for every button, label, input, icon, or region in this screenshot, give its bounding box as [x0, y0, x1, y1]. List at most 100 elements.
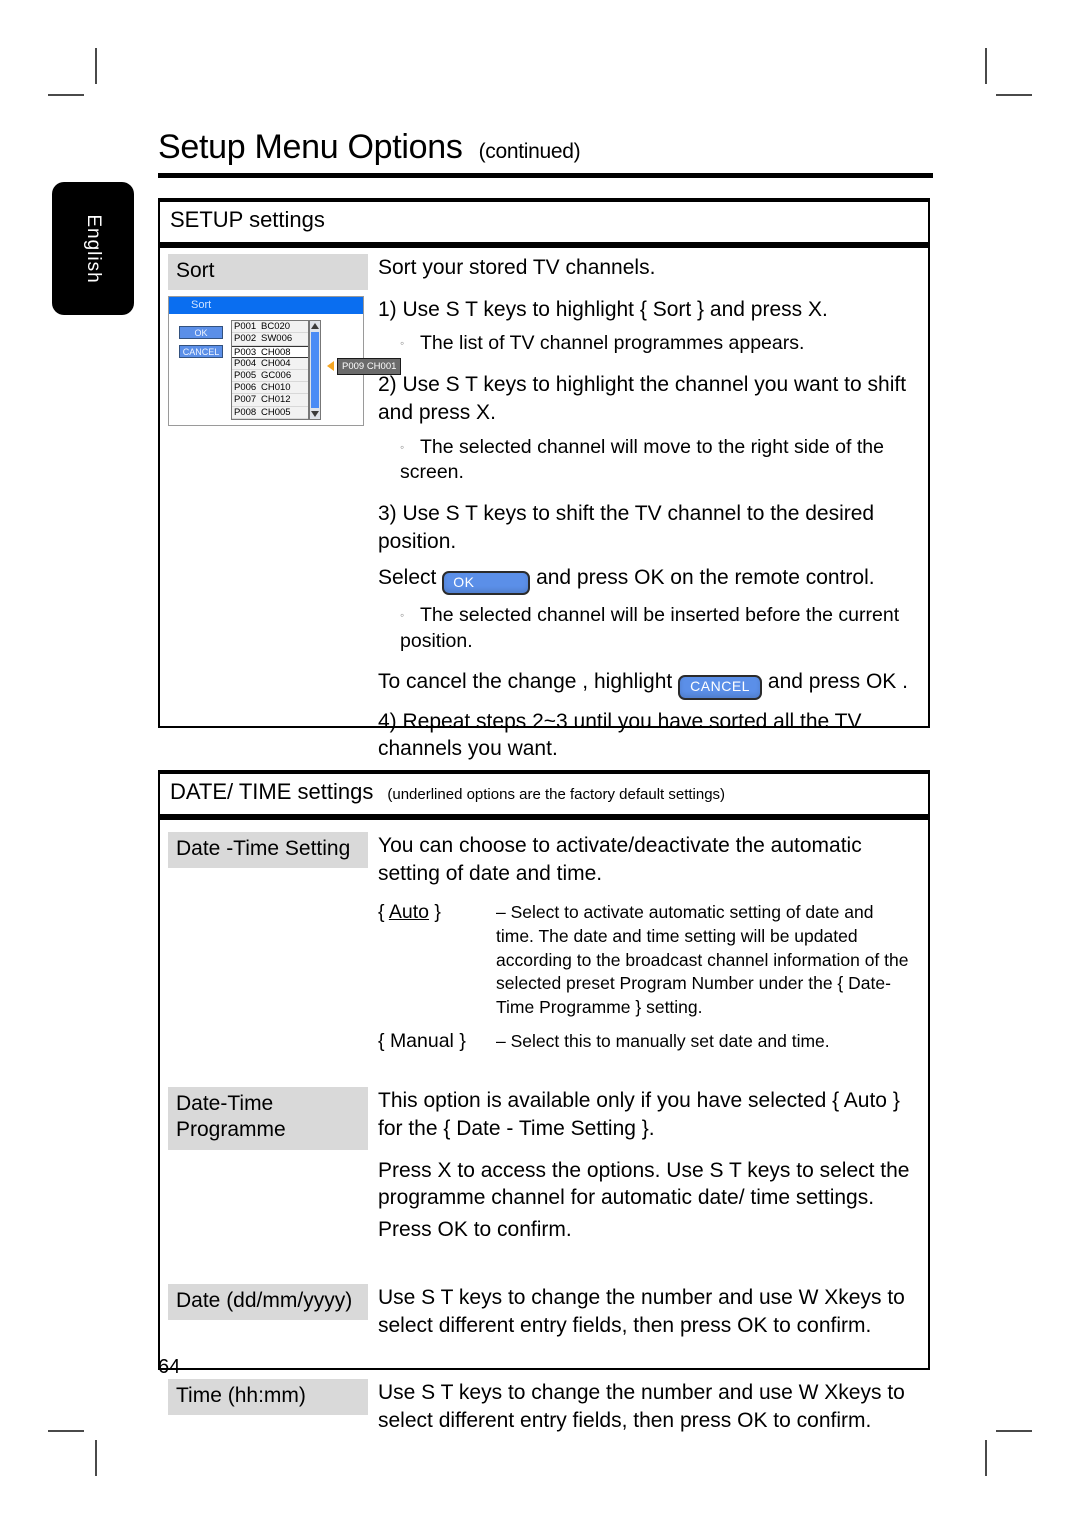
tv-channel-preset: P002 — [234, 333, 257, 345]
tv-channel-row[interactable]: P005 GC006 — [232, 370, 308, 383]
dts-option-auto-name: { Auto } — [378, 901, 496, 1019]
dts-option-manual-name: { Manual } — [378, 1030, 496, 1054]
datetime-row-date: Date (dd/mm/yyyy) Use S T keys to change… — [160, 1258, 928, 1353]
tv-channel-name: SW006 — [261, 333, 293, 345]
crop-mark-bottom-right-h — [996, 1430, 1032, 1432]
tv-channel-name: CH004 — [261, 357, 291, 369]
note-bullet-icon: ◦ — [400, 607, 405, 622]
datetime-row-time: Time (hh:mm) Use S T keys to change the … — [160, 1353, 928, 1448]
datetime-settings-header: DATE/ TIME settings (underlined options … — [158, 770, 930, 816]
date-para-1: Use S T keys to change the number and us… — [378, 1285, 905, 1337]
setup-settings-header: SETUP settings — [158, 198, 930, 244]
tv-channel-preset: P003 — [234, 346, 257, 358]
scroll-up-arrow-icon[interactable] — [311, 323, 319, 330]
datetime-row-date-time-programme: Date-Time Programme This option is availa… — [160, 1063, 928, 1258]
tv-channel-preset: P006 — [234, 382, 257, 394]
sort-intro-text: Sort your stored TV channels. — [378, 256, 656, 279]
date-text-cell: Use S T keys to change the number and us… — [368, 1274, 928, 1353]
setup-row-sort: Sort Sort OK CANCEL P001 BC020 P002 SW006 P0… — [160, 244, 928, 777]
dts-option-manual-value: Manual — [389, 1029, 454, 1052]
page-title: Setup Menu Options — [158, 128, 463, 166]
brace-open: { — [378, 901, 389, 924]
setting-tag-date-time-setting: Date -Time Setting — [168, 832, 368, 869]
dts-option-manual: { Manual } – Select this to manually set… — [378, 1030, 910, 1054]
tv-channel-name: BC020 — [261, 321, 291, 333]
tv-mock-channel-list[interactable]: P001 BC020 P002 SW006 P003 CH008 P004 CH004 P005… — [231, 320, 309, 421]
cancel-button-inline[interactable]: CANCEL — [678, 675, 763, 700]
sort-step-1-note-text: The list of TV channel programmes appear… — [420, 332, 805, 355]
sort-step-3-post: and press OK on the remote control. — [536, 565, 875, 589]
setting-tag-time: Time (hh:mm) — [168, 1379, 368, 1416]
language-tab-label: English — [83, 213, 104, 284]
tv-mock-scrollbar[interactable] — [309, 320, 321, 421]
note-bullet-icon: ◦ — [400, 336, 405, 351]
dtp-para-2: Press X to access the options. Use S T k… — [378, 1158, 910, 1210]
page-title-continued: (continued) — [478, 140, 581, 163]
tv-mock-body: OK CANCEL P001 BC020 P002 SW006 P003 CH008 P00… — [169, 314, 402, 426]
tv-mock-ok-button[interactable]: OK — [179, 326, 223, 340]
sort-step-2-note-text: The selected channel will move to the ri… — [400, 435, 884, 484]
tv-channel-row[interactable]: P004 CH004 — [232, 358, 308, 370]
crop-mark-bottom-left-h — [48, 1430, 84, 1432]
datetime-settings-body: Date -Time Setting You can choose to act… — [160, 816, 928, 1449]
crop-mark-top-right-h — [996, 94, 1032, 96]
scroll-down-arrow-icon[interactable] — [311, 411, 319, 418]
sort-step-4: 4) Repeat steps 2~3 until you have sorte… — [378, 709, 862, 761]
dtp-para-3: Press OK to confirm. — [378, 1218, 572, 1242]
tv-channel-name: GC006 — [261, 370, 292, 381]
brace-close: } — [453, 1029, 466, 1052]
dts-intro: You can choose to activate/deactivate th… — [378, 834, 862, 885]
time-para-1: Use S T keys to change the number and us… — [378, 1381, 905, 1432]
brace-close: } — [428, 901, 441, 924]
tv-mock-moved-channel: P009 CH001 — [337, 358, 402, 376]
ok-button-inline[interactable]: OK — [442, 570, 531, 595]
tv-channel-preset: P005 — [234, 370, 257, 381]
tv-channel-name: CH012 — [261, 394, 291, 406]
page-header: Setup Menu Options (continued) — [158, 128, 933, 178]
dts-label-cell: Date -Time Setting — [160, 822, 368, 1063]
dts-option-auto: { Auto } – Select to activate automatic … — [378, 901, 910, 1019]
tv-mock-cancel-button[interactable]: CANCEL — [179, 345, 223, 359]
dtp-tag-line1: Date-Time — [176, 1092, 274, 1116]
scrollbar-thumb[interactable] — [311, 332, 319, 409]
sort-step-3-line-a: 3) Use S T keys to shift the TV channel … — [378, 502, 875, 553]
crop-mark-top-left-v — [95, 48, 97, 84]
tv-channel-row[interactable]: P003 CH008 — [232, 345, 308, 358]
setting-tag-date-time-programme: Date-Time Programme — [168, 1087, 368, 1150]
tv-channel-row[interactable]: P002 SW006 — [232, 333, 308, 346]
sort-cancel-post: and press OK . — [767, 670, 908, 694]
time-text-cell: Use S T keys to change the number and us… — [368, 1369, 928, 1448]
sort-step-3-note: ◦ The selected channel will be inserted b… — [378, 603, 910, 654]
crop-mark-bottom-left-v — [95, 1440, 97, 1476]
time-label-cell: Time (hh:mm) — [160, 1369, 368, 1448]
tv-channel-row[interactable]: P001 BC020 — [232, 321, 308, 334]
dtp-para-1: This option is available only if you hav… — [378, 1089, 900, 1140]
sort-cancel-line: To cancel the change , highlight CANCEL … — [378, 668, 910, 700]
crop-mark-top-left-h — [48, 94, 84, 96]
setup-row-sort-label-cell: Sort Sort OK CANCEL P001 BC020 P002 SW006 P0… — [160, 244, 402, 777]
dts-option-auto-value: Auto — [388, 901, 429, 924]
sort-cancel-pre: To cancel the change , highlight — [378, 670, 673, 694]
datetime-settings-note: (underlined options are the factory defa… — [387, 786, 726, 803]
dts-option-auto-desc: – Select to activate automatic setting o… — [496, 902, 909, 1017]
dts-text-cell: You can choose to activate/deactivate th… — [368, 822, 928, 1063]
datetime-row-date-time-setting: Date -Time Setting You can choose to act… — [160, 816, 928, 1063]
setting-tag-sort: Sort — [168, 254, 368, 291]
tv-channel-row[interactable]: P008 CH005 — [232, 407, 308, 419]
tv-channel-row[interactable]: P006 CH010 — [232, 382, 308, 395]
dtp-label-cell: Date-Time Programme — [160, 1077, 368, 1258]
brace-open: { — [378, 1029, 390, 1052]
tv-channel-preset: P004 — [234, 357, 257, 369]
crop-mark-top-right-v — [985, 48, 987, 84]
selected-channel-caret-icon — [327, 361, 334, 372]
datetime-settings-title: DATE/ TIME settings — [170, 779, 374, 804]
setup-row-sort-text-cell: Sort your stored TV channels. 1) Use S T… — [368, 244, 928, 777]
sort-step-1-note: ◦ The list of TV channel programmes appea… — [378, 331, 910, 357]
dtp-tag-line2: Programme — [176, 1118, 286, 1142]
setup-settings-title: SETUP settings — [170, 207, 325, 232]
dts-option-manual-desc: – Select this to manually set date and t… — [496, 1030, 830, 1051]
page-canvas: English Setup Menu Options (continued) S… — [0, 0, 1080, 1524]
tv-channel-row[interactable]: P007 CH012 — [232, 394, 308, 407]
tv-channel-preset: P008 — [234, 406, 257, 418]
sort-step-1: 1) Use S T keys to highlight { Sort } an… — [378, 297, 828, 321]
